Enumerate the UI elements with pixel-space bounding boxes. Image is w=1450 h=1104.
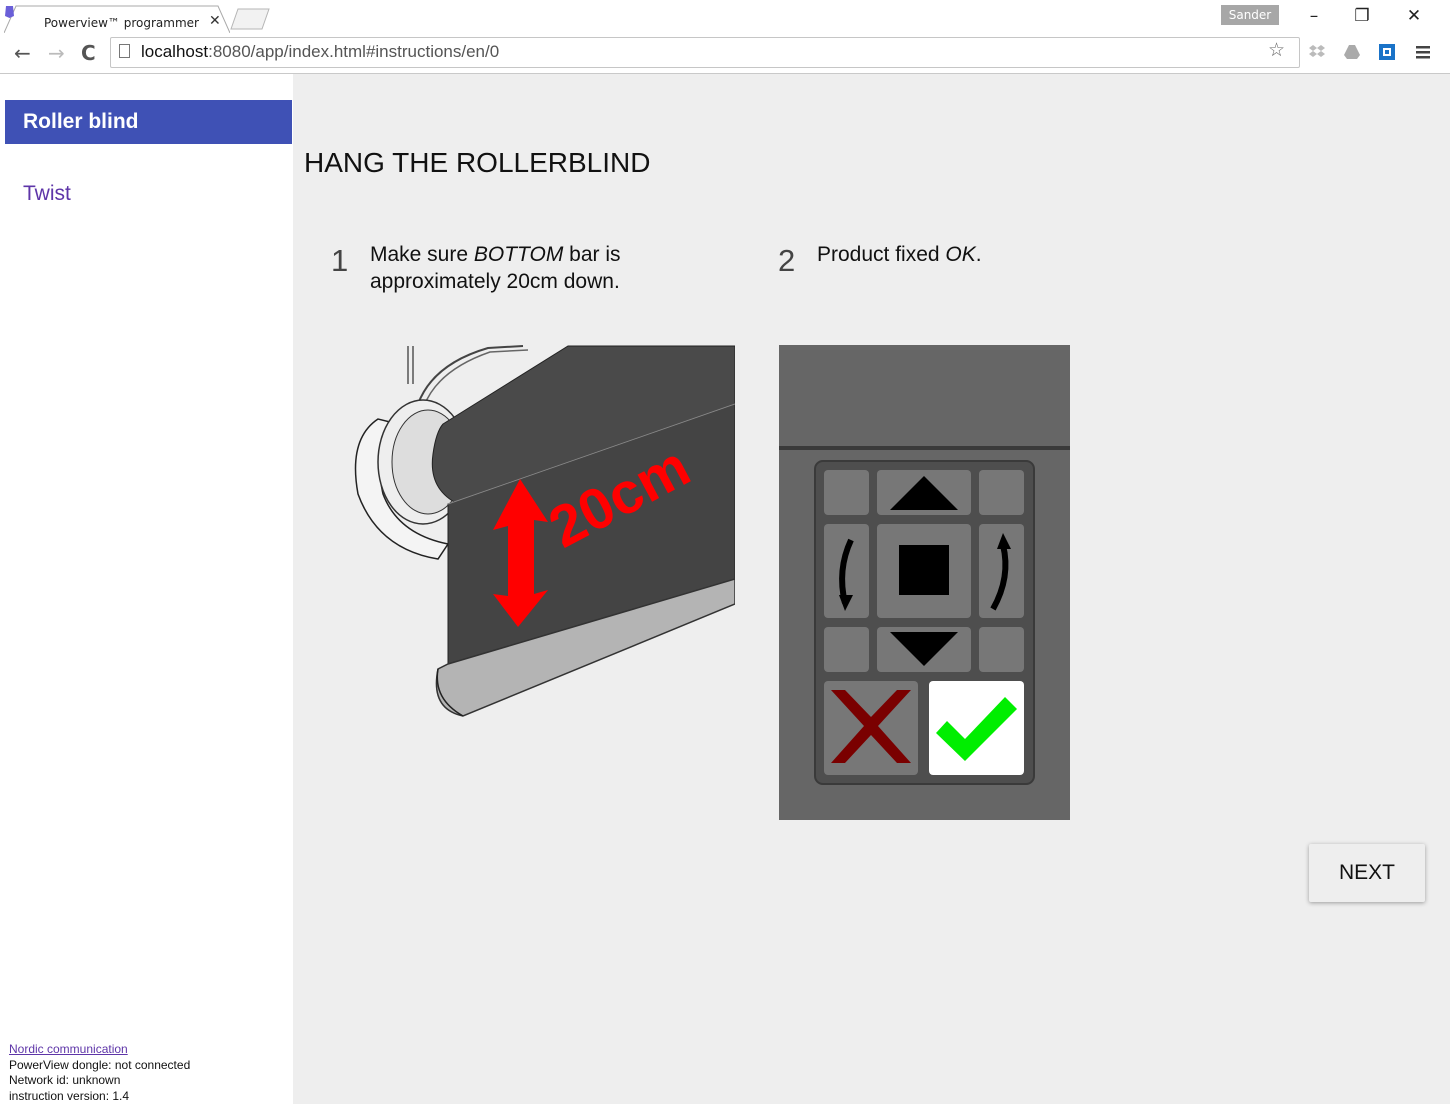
main-content: HANG THE ROLLERBLIND 1 Make sure BOTTOM … xyxy=(293,74,1450,1104)
step-2-em: OK xyxy=(945,243,976,266)
address-bar[interactable]: localhost:8080/app/index.html#instructio… xyxy=(110,37,1300,68)
back-icon[interactable]: ← xyxy=(14,41,31,65)
tab-close-icon[interactable]: ✕ xyxy=(209,12,221,29)
rollerblind-illustration: 20cm xyxy=(354,345,735,717)
step-1-line2: approximately 20cm down. xyxy=(370,270,620,293)
sidebar-item-twist[interactable]: Twist xyxy=(23,182,71,206)
url-path: :8080/app/index.html#instructions/en/0 xyxy=(208,42,500,61)
url-text[interactable]: localhost:8080/app/index.html#instructio… xyxy=(141,42,499,62)
browser-tab[interactable]: Powerview™ programmer ✕ xyxy=(4,5,230,33)
reload-icon[interactable]: C xyxy=(81,41,96,65)
sidebar: Roller blind Twist Nordic communication … xyxy=(0,74,293,1104)
instruction-version: instruction version: 1.4 xyxy=(9,1088,130,1103)
nordic-communication-link[interactable]: Nordic communication xyxy=(9,1042,128,1056)
new-tab-button[interactable] xyxy=(230,8,270,30)
next-button[interactable]: NEXT xyxy=(1309,844,1425,902)
tab-title: Powerview™ programmer xyxy=(44,16,199,30)
stop-icon xyxy=(899,545,949,595)
network-id: Network id: unknown xyxy=(9,1073,121,1087)
bookmark-star-icon[interactable]: ☆ xyxy=(1268,39,1285,62)
status-footer: Nordic communication PowerView dongle: n… xyxy=(9,1042,190,1104)
extension-icon[interactable] xyxy=(1378,43,1396,61)
step-2-number: 2 xyxy=(778,243,796,278)
page-icon xyxy=(119,44,130,58)
step-1-post: bar is xyxy=(563,243,621,266)
dongle-status: PowerView dongle: not connected xyxy=(9,1057,191,1072)
step-1-em: BOTTOM xyxy=(473,243,564,266)
step-1-text: Make sure BOTTOM bar is approximately 20… xyxy=(370,241,621,295)
page-title: HANG THE ROLLERBLIND xyxy=(304,147,651,178)
drive-icon[interactable] xyxy=(1343,43,1361,61)
step-1-pre: Make sure xyxy=(370,243,474,266)
close-window-icon[interactable]: ✕ xyxy=(1399,6,1429,26)
sidebar-item-roller-blind[interactable]: Roller blind xyxy=(5,100,292,144)
profile-badge[interactable]: Sander xyxy=(1221,5,1279,25)
forward-icon[interactable]: → xyxy=(48,41,65,65)
restore-icon[interactable]: ❐ xyxy=(1347,6,1377,26)
browser-tab-bar: Powerview™ programmer ✕ Sander – ❐ ✕ xyxy=(0,0,1450,33)
dropbox-icon[interactable] xyxy=(1308,43,1326,61)
step-2-post: . xyxy=(975,243,982,266)
step-2-text: Product fixed OK. xyxy=(817,241,982,268)
minimize-icon[interactable]: – xyxy=(1299,6,1329,26)
menu-icon[interactable] xyxy=(1414,43,1432,61)
step-1-number: 1 xyxy=(331,243,349,278)
browser-toolbar: ← → C localhost:8080/app/index.html#inst… xyxy=(0,33,1450,74)
remote-illustration xyxy=(779,345,1070,820)
step-2-pre: Product fixed xyxy=(817,243,946,266)
app-favicon-icon xyxy=(5,6,14,18)
url-host: localhost xyxy=(141,42,209,61)
